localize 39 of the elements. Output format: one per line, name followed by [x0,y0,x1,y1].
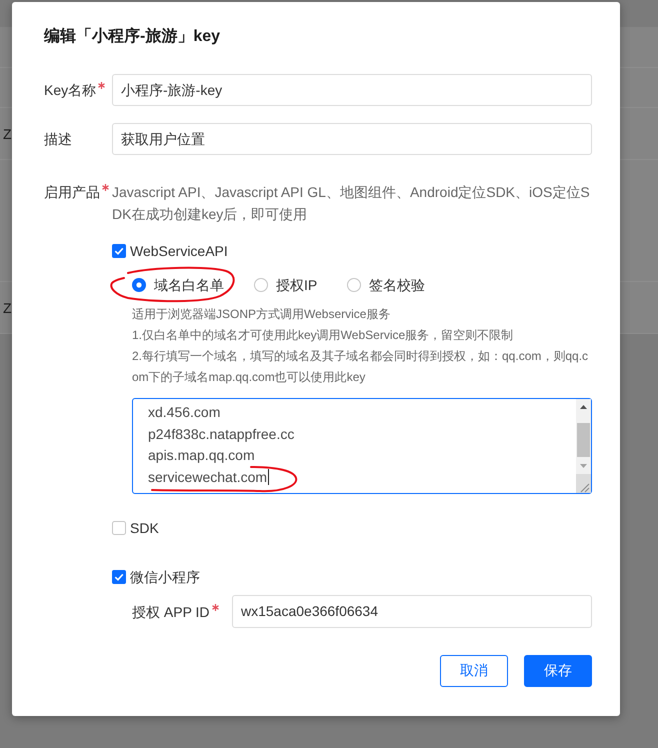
checkbox[interactable] [112,570,126,584]
textarea-line: xd.456.com [148,403,220,422]
field-label: 授权 APP ID [132,602,210,622]
table-cell-text: Z [2,124,12,142]
textarea-line: servicewechat.com [148,468,268,486]
hint-text: 适用于浏览器端JSONP方式调用Webservice服务 [132,306,392,323]
radio-label[interactable]: 授权IP [276,274,318,296]
radio-label[interactable]: 域名白名单 [154,274,224,296]
resize-grip-icon[interactable] [576,474,591,493]
save-button[interactable]: 保存 [524,655,592,687]
scroll-up-icon[interactable] [580,405,587,409]
cancel-button[interactable]: 取消 [440,655,508,687]
dialog-title: 编辑「小程序-旅游」key [44,26,222,47]
text-input[interactable]: wx15aca0e366f06634 [232,595,592,628]
radio-label[interactable]: 签名校验 [369,274,426,296]
products-description: Javascript API、Javascript API GL、地图组件、Android定位SDK、iOS定位SDK在成功创建key后，即可使用 [112,183,591,224]
checkbox-label[interactable]: 微信小程序 [130,566,200,588]
radio-button[interactable] [347,278,362,292]
hint-text: 2.每行填写一个域名，填写的域名及其子域名都会同时得到授权，如：qq.com，则qq.com下的子域名map.qq.com也可以使用此key [132,348,590,386]
table-cell-text: Z [2,298,12,316]
hint-text: 1.仅白名单中的域名才可使用此key调用WebService服务，留空则不限制 [132,327,514,344]
field-label: 启用产品 [44,183,100,202]
text-input[interactable]: 小程序-旅游-key [112,74,592,106]
scrollbar-track[interactable] [576,399,591,493]
checkbox-label[interactable]: SDK [130,517,159,539]
checkbox-label[interactable]: WebServiceAPI [130,240,228,262]
domain-textarea[interactable]: xd.456.com p24f838c.natappfree.cc apis.map.qq.com servicewechat.com [132,398,592,494]
radio-button[interactable] [132,278,146,292]
scroll-down-icon[interactable] [580,464,587,468]
field-label: 描述 [44,130,72,149]
text-input[interactable]: 获取用户位置 [112,123,592,155]
textarea-line: p24f838c.natappfree.cc [148,424,294,444]
field-label: Key名称 [44,81,96,100]
checkbox[interactable] [112,244,126,258]
scrollbar-thumb[interactable] [577,423,590,457]
textarea-line: apis.map.qq.com [148,446,255,465]
text-cursor [268,469,270,486]
checkbox[interactable] [112,521,126,535]
radio-button[interactable] [254,278,268,292]
